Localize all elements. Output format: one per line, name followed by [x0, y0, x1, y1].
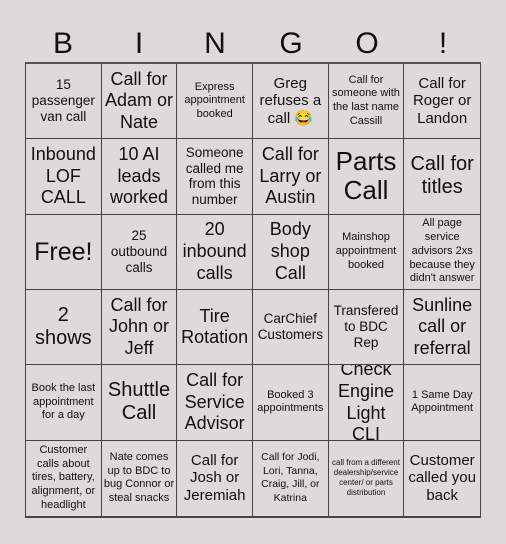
free-space-cell[interactable]: Free!	[26, 214, 102, 290]
bingo-cell[interactable]: Call for Service Advisor	[177, 365, 253, 441]
bingo-cell[interactable]: Call for Roger or Landon	[404, 64, 480, 140]
bingo-header: B I N G O !	[25, 26, 481, 62]
header-letter-exclamation: !	[438, 27, 448, 60]
bingo-cell[interactable]: Customer calls about tires, battery, ali…	[26, 440, 102, 516]
bingo-grid: 15 passenger van call Call for Adam or N…	[25, 62, 481, 518]
bingo-cell[interactable]: Call for titles	[404, 139, 480, 215]
bingo-cell[interactable]: Transfered to BDC Rep	[328, 290, 405, 366]
bingo-cell[interactable]: All page service advisors 2xs because th…	[404, 215, 480, 290]
bingo-cell[interactable]: Call for someone with the last name Cass…	[328, 64, 405, 140]
bingo-cell[interactable]: Call for Jodi, Lori, Tanna, Craig, Jill,…	[253, 440, 329, 516]
bingo-cell[interactable]: Call for Larry or Austin	[252, 139, 329, 215]
bingo-cell[interactable]: Inbound LOF CALL	[26, 139, 102, 215]
bingo-cell[interactable]: 15 passenger van call	[26, 64, 102, 140]
bingo-cell[interactable]: Customer called you back	[404, 441, 480, 516]
bingo-cell[interactable]: Tire Rotation	[177, 290, 253, 366]
bingo-cell[interactable]: Shuttle Call	[101, 365, 178, 441]
bingo-cell[interactable]: Call for John or Jeff	[101, 290, 178, 366]
bingo-cell[interactable]: Express appointment booked	[177, 64, 253, 140]
bingo-cell[interactable]: call from a different dealership/service…	[329, 440, 405, 516]
bingo-cell[interactable]: 25 outbound calls	[101, 214, 178, 290]
bingo-cell[interactable]: Sunline call or referral	[404, 290, 480, 366]
header-letter-o: O	[355, 27, 379, 60]
bingo-cell[interactable]: Greg refuses a call 😂	[252, 64, 329, 140]
bingo-cell[interactable]: Check Engine Light CLI	[328, 365, 405, 441]
bingo-cell[interactable]: Nate comes up to BDC to bug Connor or st…	[102, 440, 178, 516]
bingo-cell[interactable]: Mainshop appointment booked	[328, 214, 405, 290]
bingo-cell[interactable]: 1 Same Day Appointment	[404, 365, 480, 441]
bingo-cell[interactable]: Parts Call	[328, 139, 405, 215]
header-letter-b: B	[52, 27, 73, 60]
header-letter-i: I	[134, 27, 144, 60]
bingo-cell[interactable]: Call for Josh or Jeremiah	[177, 440, 253, 516]
bingo-cell[interactable]: 10 AI leads worked	[101, 139, 178, 215]
bingo-cell[interactable]: Booked 3 appointments	[252, 365, 329, 441]
bingo-cell[interactable]: Call for Adam or Nate	[101, 64, 178, 140]
header-letter-g: G	[279, 27, 303, 60]
bingo-cell[interactable]: CarChief Customers	[252, 290, 329, 366]
bingo-cell[interactable]: Body shop Call	[252, 214, 329, 290]
bingo-cell[interactable]: 20 inbound calls	[177, 214, 253, 290]
bingo-cell[interactable]: 2 shows	[26, 290, 102, 366]
header-letter-n: N	[204, 27, 226, 60]
bingo-cell[interactable]: Book the last appointment for a day	[26, 365, 102, 441]
bingo-cell[interactable]: Someone called me from this number	[177, 139, 253, 215]
